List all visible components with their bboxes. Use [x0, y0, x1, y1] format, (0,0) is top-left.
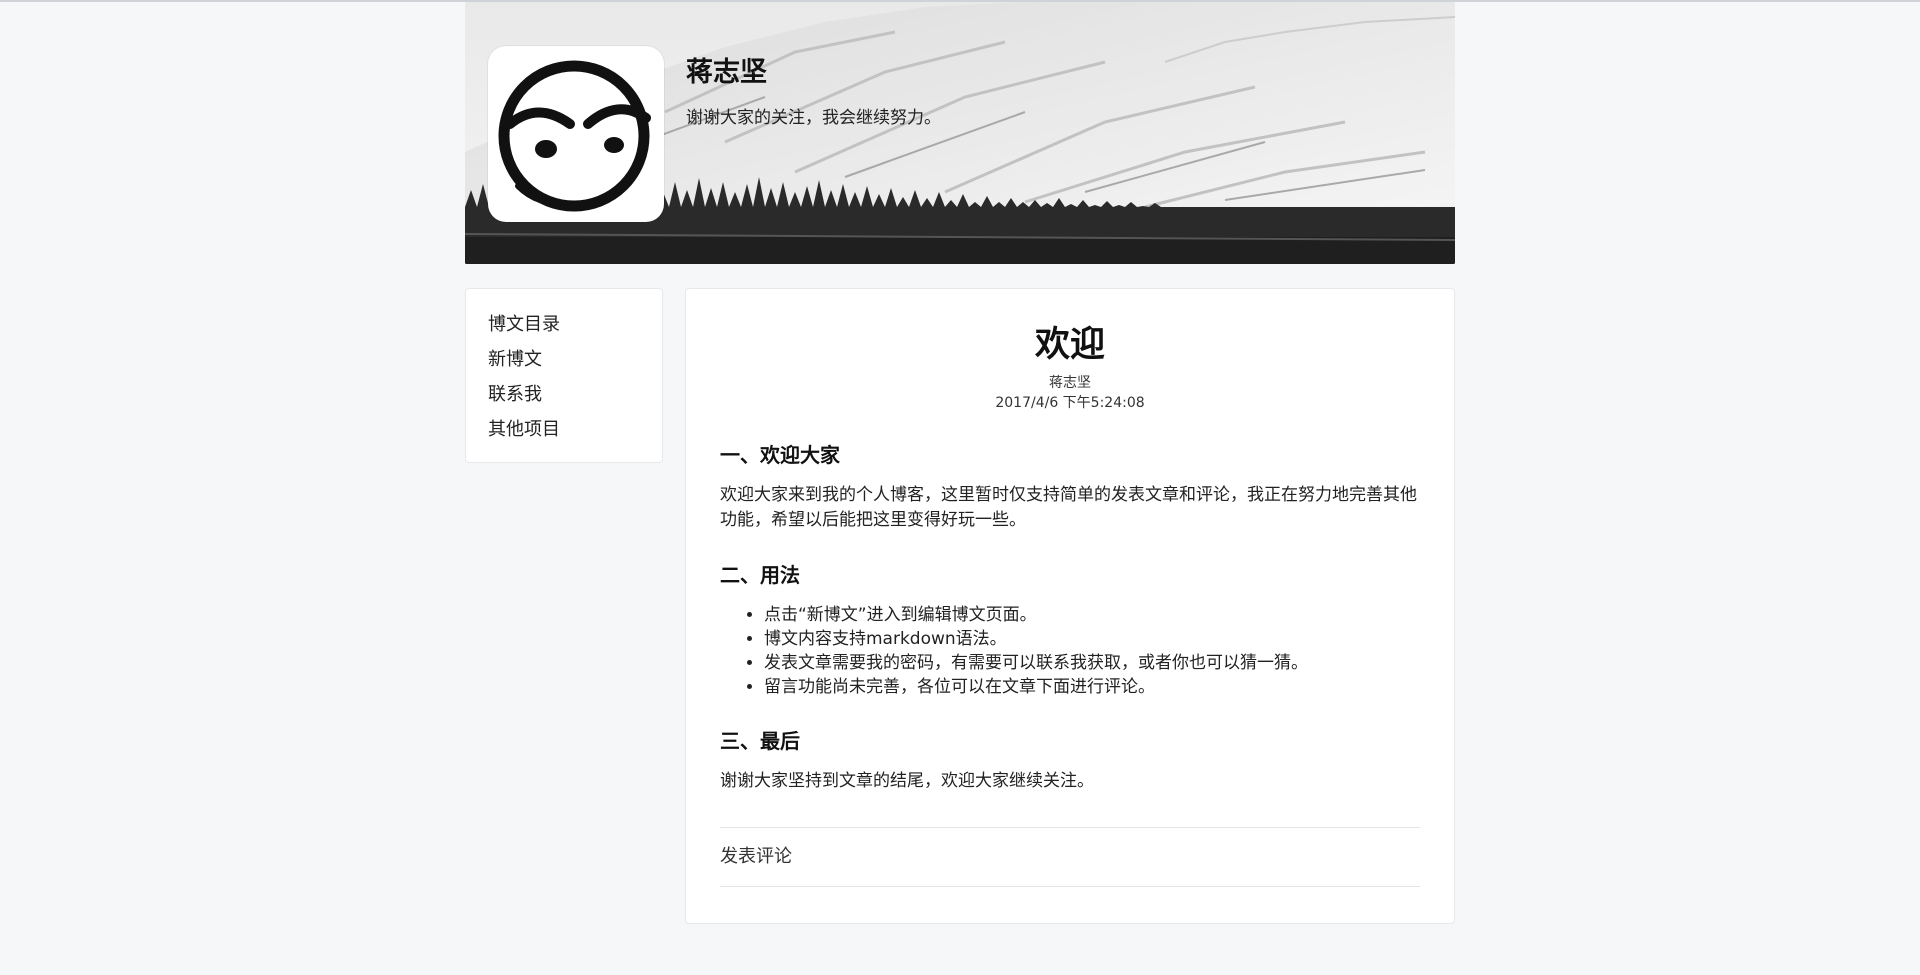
sidebar-item-post-list[interactable]: 博文目录	[488, 307, 662, 342]
section-heading: 二、用法	[720, 563, 800, 587]
site-title: 蒋志坚	[686, 57, 767, 88]
article-card: 欢迎 蒋志坚 2017/4/6 下午5:24:08 一、欢迎大家 欢迎大家来到我…	[685, 288, 1455, 924]
article-title: 欢迎	[1034, 325, 1105, 365]
sidebar-item-new-post[interactable]: 新博文	[488, 342, 662, 377]
header-banner: 蒋志坚 谢谢大家的关注，我会继续努力。	[465, 2, 1455, 264]
list-item: 点击“新博文”进入到编辑博文页面。	[764, 603, 1420, 627]
section-heading: 一、欢迎大家	[720, 443, 840, 467]
site-description: 谢谢大家的关注，我会继续努力。	[686, 108, 941, 128]
article-date: 2017/4/6 下午5:24:08	[995, 395, 1145, 411]
article-author: 蒋志坚	[1049, 375, 1091, 391]
usage-list: 点击“新博文”进入到编辑博文页面。 博文内容支持markdown语法。 发表文章…	[720, 603, 1420, 699]
sidebar-item-contact[interactable]: 联系我	[488, 377, 662, 412]
list-item: 博文内容支持markdown语法。	[764, 627, 1420, 651]
section-paragraph: 谢谢大家坚持到文章的结尾，欢迎大家继续关注。	[720, 771, 1094, 791]
list-item: 发表文章需要我的密码，有需要可以联系我获取，或者你也可以猜一猜。	[764, 651, 1420, 675]
post-comment-button[interactable]: 发表评论	[720, 828, 1420, 886]
divider	[720, 886, 1420, 887]
ink-circle-face-icon	[498, 60, 651, 212]
list-item: 留言功能尚未完善，各位可以在文章下面进行评论。	[764, 675, 1420, 699]
section-paragraph: 欢迎大家来到我的个人博客，这里暂时仅支持简单的发表文章和评论，我正在努力地完善其…	[720, 485, 1417, 530]
sidebar-item-other-projects[interactable]: 其他项目	[488, 412, 662, 447]
avatar	[488, 46, 664, 222]
sidebar-nav: 博文目录 新博文 联系我 其他项目	[465, 288, 663, 463]
section-heading: 三、最后	[720, 729, 800, 753]
